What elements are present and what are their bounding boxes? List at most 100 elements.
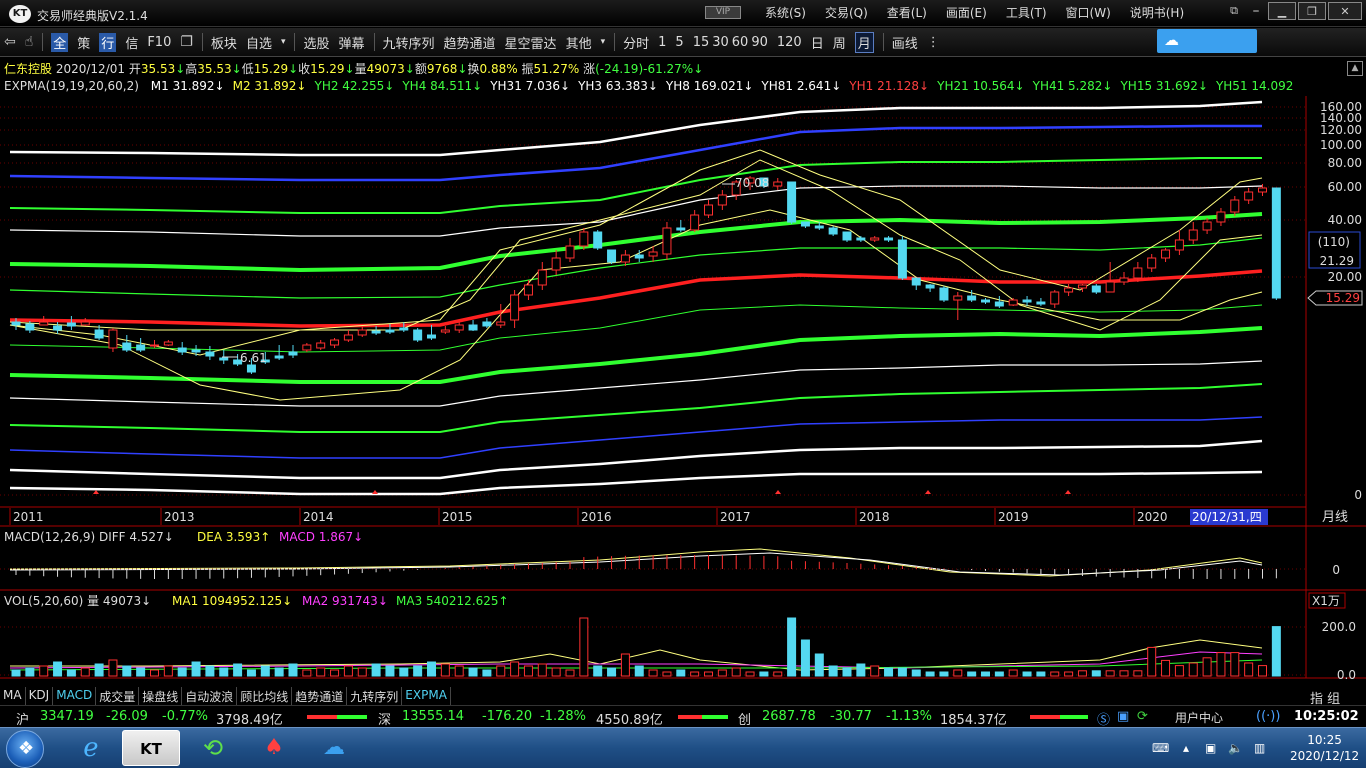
volume-bar[interactable] — [800, 639, 810, 677]
wave-badge-icon[interactable]: ▣ — [1117, 709, 1129, 724]
candle-body[interactable] — [288, 351, 298, 356]
volume-bar[interactable] — [842, 667, 852, 677]
tab-volume[interactable]: 成交量 — [96, 687, 140, 705]
volume-bar[interactable] — [953, 669, 963, 677]
kt-app-taskbar-icon[interactable]: KT — [122, 730, 180, 766]
candle-body[interactable] — [399, 327, 409, 331]
volume-bar[interactable] — [122, 665, 132, 677]
candle-body[interactable] — [814, 225, 824, 229]
volume-bar[interactable] — [163, 665, 173, 677]
volume-bar[interactable] — [690, 671, 700, 677]
tab-guppy[interactable]: 顾比均线 — [237, 687, 293, 705]
volume-bar[interactable] — [634, 665, 644, 677]
candle-body[interactable] — [496, 321, 506, 326]
volume-bar[interactable] — [343, 665, 353, 677]
volume-bar[interactable] — [593, 665, 603, 677]
candle-body[interactable] — [884, 237, 894, 241]
volume-bar[interactable] — [233, 663, 243, 677]
volume-bar[interactable] — [911, 669, 921, 677]
volume-bar[interactable] — [676, 669, 686, 677]
candle-body[interactable] — [163, 341, 173, 346]
candle-body[interactable] — [856, 237, 866, 241]
volume-bar[interactable] — [759, 671, 769, 677]
candle-body[interactable] — [440, 329, 450, 333]
volume-bar[interactable] — [1161, 659, 1171, 677]
volume-bar[interactable] — [717, 669, 727, 677]
candle-body[interactable] — [1091, 285, 1101, 293]
tray-expand-icon[interactable]: ▴ — [1183, 741, 1189, 755]
volume-bar[interactable] — [925, 671, 935, 677]
candle-body[interactable] — [205, 351, 215, 357]
volume-bar[interactable] — [814, 653, 824, 677]
volume-bar[interactable] — [1258, 665, 1267, 677]
candle-body[interactable] — [150, 344, 159, 347]
candle-body[interactable] — [925, 284, 935, 289]
menu-system[interactable]: 系统(S) — [765, 4, 806, 22]
candle-body[interactable] — [1147, 257, 1157, 269]
volume-bar[interactable] — [870, 665, 880, 677]
candle-body[interactable] — [1202, 221, 1212, 231]
tab-nine-turn[interactable]: 九转序列 — [347, 687, 403, 705]
candle-body[interactable] — [842, 231, 852, 241]
volume-bar[interactable] — [620, 653, 630, 677]
volume-bar[interactable] — [1174, 665, 1184, 677]
start-button[interactable]: ❖ — [6, 730, 44, 768]
toolbar-quote[interactable]: 行 — [99, 32, 117, 52]
candle-body[interactable] — [1064, 287, 1074, 293]
candle-body[interactable] — [1077, 284, 1087, 289]
volume-bar[interactable] — [537, 663, 547, 677]
candle-body[interactable] — [1050, 291, 1060, 305]
hand-icon[interactable]: ☝ — [25, 34, 34, 50]
candle-body[interactable] — [1105, 281, 1115, 293]
period-120min[interactable]: 120 — [777, 35, 802, 50]
volume-bar[interactable] — [1050, 671, 1060, 677]
volume-bar[interactable] — [53, 661, 63, 677]
minimize-button[interactable]: ▁ — [1268, 2, 1296, 20]
volume-bar[interactable] — [565, 669, 575, 677]
volume-bar[interactable] — [427, 661, 436, 677]
volume-bar[interactable] — [177, 667, 187, 677]
candle-body[interactable] — [565, 245, 575, 259]
ie-icon[interactable]: ℯ — [62, 730, 120, 766]
candle-body[interactable] — [897, 239, 907, 279]
tray-app-icon[interactable]: ▣ — [1205, 741, 1216, 755]
volume-bar[interactable] — [523, 665, 533, 677]
candle-body[interactable] — [828, 227, 838, 235]
candle-body[interactable] — [80, 321, 90, 326]
volume-bar[interactable] — [482, 669, 492, 677]
volume-bar[interactable] — [288, 663, 298, 677]
period-5min[interactable]: 5 — [675, 35, 683, 50]
volume-bar[interactable] — [1188, 662, 1198, 677]
candle-body[interactable] — [510, 294, 520, 321]
candle-body[interactable] — [122, 342, 132, 351]
candle-body[interactable] — [1258, 187, 1267, 193]
candle-body[interactable] — [219, 357, 229, 361]
volume-bar[interactable] — [897, 667, 907, 677]
user-center-link[interactable]: 用户中心 — [1175, 709, 1223, 726]
candle-body[interactable] — [704, 204, 713, 216]
pin-icon[interactable]: ⎯ — [1246, 2, 1266, 20]
candle-body[interactable] — [1244, 191, 1254, 201]
candle-body[interactable] — [330, 339, 340, 346]
candle-body[interactable] — [662, 227, 672, 255]
candle-body[interactable] — [454, 324, 464, 331]
volume-bar[interactable] — [1119, 670, 1129, 677]
candle-body[interactable] — [607, 249, 617, 263]
period-90min[interactable]: 90 — [751, 35, 768, 50]
candle-body[interactable] — [94, 329, 104, 339]
volume-bar[interactable] — [94, 663, 104, 677]
period-1min[interactable]: 1 — [658, 35, 666, 50]
candle-body[interactable] — [537, 269, 547, 286]
candle-body[interactable] — [1161, 249, 1171, 259]
volume-bar[interactable] — [994, 671, 1004, 677]
volume-bar[interactable] — [371, 663, 381, 677]
period-30min[interactable]: 30 — [712, 35, 729, 50]
period-week[interactable]: 周 — [833, 33, 846, 52]
volume-bar[interactable] — [967, 671, 977, 677]
candle-body[interactable] — [136, 344, 146, 351]
candle-body[interactable] — [1036, 301, 1046, 305]
cards-game-icon[interactable]: ♠ — [245, 730, 303, 766]
volume-bar[interactable] — [11, 669, 21, 677]
volume-bar[interactable] — [66, 669, 76, 677]
chart-area[interactable]: 160.00140.00120.00100.0080.0060.0040.002… — [0, 96, 1366, 736]
